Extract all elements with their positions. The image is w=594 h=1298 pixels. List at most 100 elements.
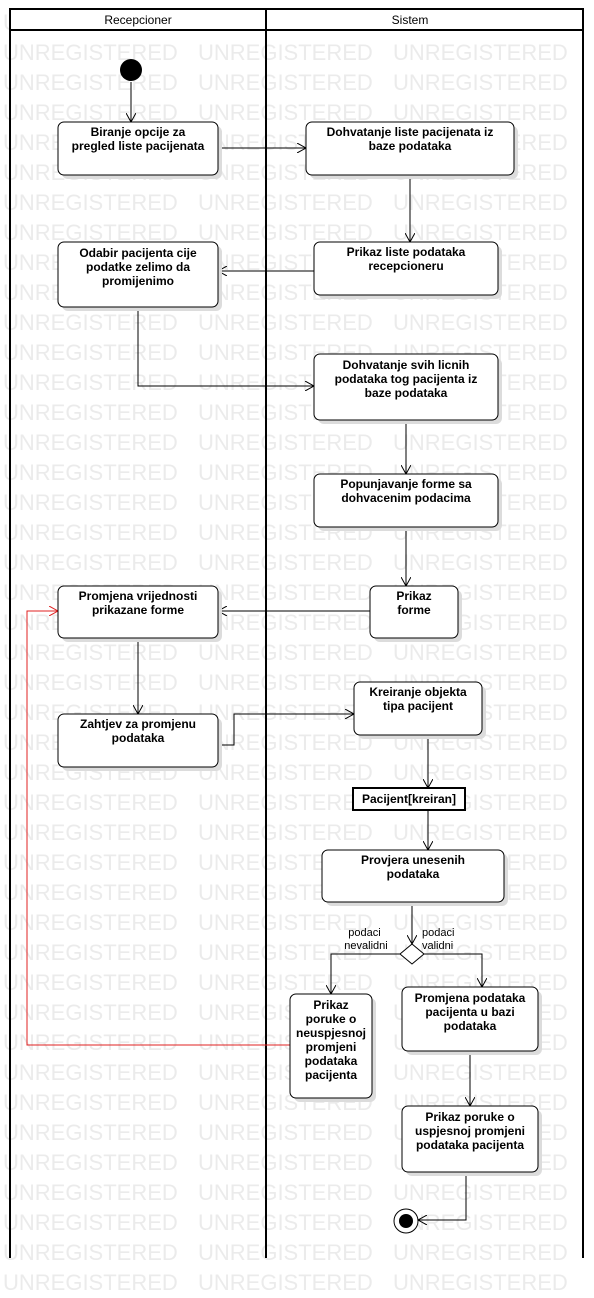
watermark-text: UNREGISTERED bbox=[198, 70, 373, 95]
watermark-text: UNREGISTERED bbox=[3, 190, 178, 215]
watermark-text: UNREGISTERED bbox=[3, 640, 178, 665]
watermark-text: UNREGISTERED bbox=[198, 670, 373, 695]
watermark-text: UNREGISTERED bbox=[198, 820, 373, 845]
watermark-text: UNREGISTERED bbox=[198, 220, 373, 245]
watermark-text: UNREGISTERED bbox=[3, 100, 178, 125]
lane-title-recepcioner: Recepcioner bbox=[104, 13, 171, 27]
action-node: Biranje opcije za pregled liste pacijenat… bbox=[57, 121, 222, 179]
watermark-text: UNREGISTERED bbox=[393, 40, 568, 65]
watermark-text: UNREGISTERED bbox=[198, 700, 373, 725]
action-node-label: Prikaz forme bbox=[396, 589, 431, 617]
watermark-text: UNREGISTERED bbox=[393, 190, 568, 215]
watermark-text: UNREGISTERED bbox=[198, 970, 373, 995]
final-node bbox=[393, 1208, 419, 1234]
watermark-text: UNREGISTERED bbox=[198, 310, 373, 335]
watermark-text: UNREGISTERED bbox=[393, 760, 568, 785]
action-node: Prikaz forme bbox=[369, 585, 462, 642]
watermark-text: UNREGISTERED bbox=[3, 820, 178, 845]
watermark-text: UNREGISTERED bbox=[198, 1240, 373, 1265]
watermark-text: UNREGISTERED bbox=[198, 730, 373, 755]
watermark-text: UNREGISTERED bbox=[198, 910, 373, 935]
watermark-text: UNREGISTERED bbox=[393, 1240, 568, 1265]
watermark-text: UNREGISTERED bbox=[198, 1270, 373, 1295]
watermark-text: UNREGISTERED bbox=[198, 1210, 373, 1235]
action-node: Prikaz poruke o uspjesnoj promjeni podatak… bbox=[401, 1105, 542, 1176]
object-node: Pacijent[kreiran] bbox=[352, 787, 466, 811]
action-node: Dohvatanje liste pacijenata iz baze podat… bbox=[305, 121, 518, 179]
watermark-text: UNREGISTERED bbox=[3, 1150, 178, 1175]
action-node: Popunjavanje forme sa dohvacenim podacima bbox=[313, 473, 502, 531]
watermark-text: UNREGISTERED bbox=[198, 790, 373, 815]
action-node-label: Promjena vrijednosti prikazane forme bbox=[79, 589, 198, 617]
guard-valid: podaci validni bbox=[422, 927, 457, 952]
object-node-label: Pacijent[kreiran] bbox=[362, 792, 456, 806]
watermark-text: UNREGISTERED bbox=[393, 1210, 568, 1235]
watermark-text: UNREGISTERED bbox=[3, 970, 178, 995]
watermark-text: UNREGISTERED bbox=[393, 910, 568, 935]
watermark-text: UNREGISTERED bbox=[3, 70, 178, 95]
watermark-text: UNREGISTERED bbox=[3, 1270, 178, 1295]
watermark-text: UNREGISTERED bbox=[393, 70, 568, 95]
watermark-text: UNREGISTERED bbox=[198, 190, 373, 215]
watermark-text: UNREGISTERED bbox=[3, 490, 178, 515]
lane-title-sistem: Sistem bbox=[392, 13, 429, 27]
watermark-text: UNREGISTERED bbox=[393, 100, 568, 125]
action-node: Promjena vrijednosti prikazane forme bbox=[57, 585, 222, 642]
watermark-text: UNREGISTERED bbox=[3, 220, 178, 245]
watermark-text: UNREGISTERED bbox=[393, 1180, 568, 1205]
watermark-text: UNREGISTERED bbox=[3, 1210, 178, 1235]
watermark-text: UNREGISTERED bbox=[198, 430, 373, 455]
action-node-label: Popunjavanje forme sa dohvacenim podacima bbox=[340, 477, 472, 505]
action-node: Provjera unesenih podataka bbox=[321, 849, 508, 906]
watermark-text: UNREGISTERED bbox=[198, 100, 373, 125]
watermark-text: UNREGISTERED bbox=[3, 340, 178, 365]
action-node: Promjena podataka pacijenta u bazi podatak… bbox=[401, 986, 542, 1055]
watermark-text: UNREGISTERED bbox=[3, 1120, 178, 1145]
action-node-label: Kreiranje objekta tipa pacijent bbox=[369, 685, 467, 713]
watermark-text: UNREGISTERED bbox=[3, 1060, 178, 1085]
activity-diagram: UNREGISTERED UNREGISTERED UNREGISTERED UNRE… bbox=[3, 8, 584, 1295]
guard-invalid: podaci nevalidni bbox=[344, 927, 387, 952]
watermark-text: UNREGISTERED bbox=[3, 400, 178, 425]
watermark-text: UNREGISTERED bbox=[3, 1180, 178, 1205]
watermark-text: UNREGISTERED bbox=[393, 550, 568, 575]
watermark-text: UNREGISTERED bbox=[3, 550, 178, 575]
watermark-text: UNREGISTERED bbox=[393, 220, 568, 245]
watermark-text: UNREGISTERED bbox=[198, 1120, 373, 1145]
watermark-layer: UNREGISTERED UNREGISTERED UNREGISTERED UNRE… bbox=[3, 10, 568, 1295]
watermark-text: UNREGISTERED bbox=[393, 1270, 568, 1295]
watermark-text: UNREGISTERED bbox=[393, 310, 568, 335]
watermark-text: UNREGISTERED bbox=[3, 520, 178, 545]
watermark-text: UNREGISTERED bbox=[393, 1060, 568, 1085]
initial-node bbox=[120, 59, 142, 81]
watermark-text: UNREGISTERED bbox=[3, 790, 178, 815]
watermark-text: UNREGISTERED bbox=[3, 850, 178, 875]
action-node: Odabir pacijenta cije podatke zelimo da pr… bbox=[57, 241, 222, 311]
watermark-text: UNREGISTERED bbox=[3, 910, 178, 935]
action-node: Kreiranje objekta tipa pacijent bbox=[353, 681, 486, 739]
watermark-text: UNREGISTERED bbox=[198, 40, 373, 65]
watermark-text: UNREGISTERED bbox=[198, 640, 373, 665]
watermark-text: UNREGISTERED bbox=[3, 1090, 178, 1115]
watermark-text: UNREGISTERED bbox=[3, 1240, 178, 1265]
watermark-text: UNREGISTERED bbox=[198, 580, 373, 605]
watermark-text: UNREGISTERED bbox=[3, 430, 178, 455]
watermark-text: UNREGISTERED bbox=[393, 640, 568, 665]
watermark-text: UNREGISTERED bbox=[198, 760, 373, 785]
watermark-text: UNREGISTERED bbox=[3, 460, 178, 485]
watermark-text: UNREGISTERED bbox=[198, 1150, 373, 1175]
watermark-text: UNREGISTERED bbox=[393, 430, 568, 455]
action-node: Zahtjev za promjenu podataka bbox=[57, 713, 222, 771]
watermark-text: UNREGISTERED bbox=[3, 670, 178, 695]
action-node-label: Prikaz poruke o uspjesnoj promjeni podatak… bbox=[415, 1110, 525, 1152]
watermark-text: UNREGISTERED bbox=[3, 940, 178, 965]
action-node: Prikaz liste podataka recepcioneru bbox=[313, 241, 502, 299]
watermark-text: UNREGISTERED bbox=[393, 820, 568, 845]
action-node: Prikaz poruke o neuspjesnoj promjeni podatak… bbox=[289, 993, 376, 1102]
watermark-text: UNREGISTERED bbox=[3, 1030, 178, 1055]
watermark-text: UNREGISTERED bbox=[3, 880, 178, 905]
action-node: Dohvatanje svih licnih podataka tog pacij… bbox=[313, 353, 502, 424]
watermark-text: UNREGISTERED bbox=[198, 610, 373, 635]
action-node-label: Biranje opcije za pregled liste pacijenat… bbox=[72, 125, 205, 153]
watermark-text: UNREGISTERED bbox=[198, 550, 373, 575]
